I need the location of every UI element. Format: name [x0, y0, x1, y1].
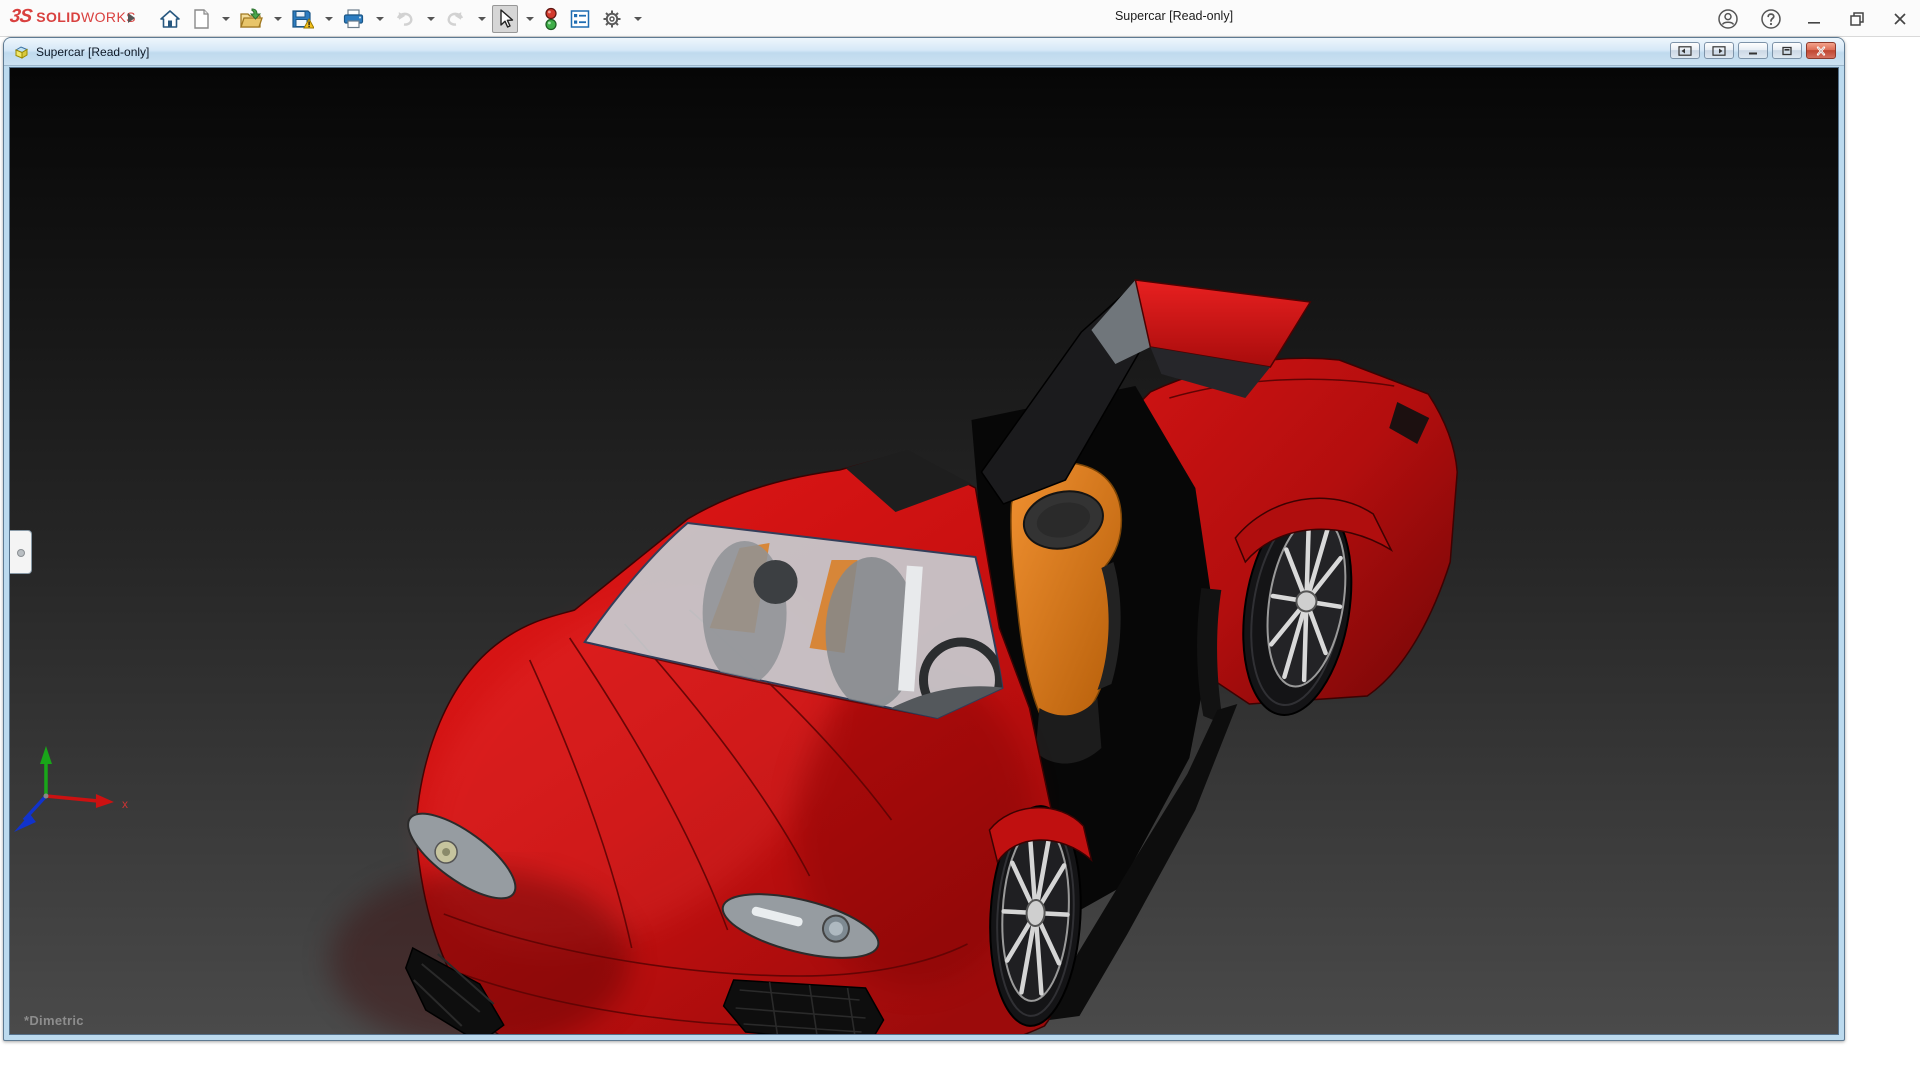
home-icon	[159, 8, 181, 30]
print-dropdown[interactable]	[376, 17, 384, 21]
featuremanager-splitter-tab[interactable]	[10, 530, 32, 574]
new-document-dropdown[interactable]	[222, 17, 230, 21]
graphics-viewport[interactable]: x *Dimetric	[9, 67, 1839, 1035]
select-tool-button[interactable]	[492, 5, 518, 33]
logo-solid: SOLID	[36, 9, 81, 25]
new-document-button[interactable]	[188, 5, 214, 33]
restore-button[interactable]	[1843, 5, 1871, 33]
solidworks-logo: 3S SOLIDWORKS	[10, 6, 136, 28]
options-dropdown[interactable]	[634, 17, 642, 21]
open-button[interactable]	[236, 5, 266, 33]
assembly-cube-icon	[12, 43, 30, 61]
save-icon	[291, 8, 314, 30]
help-button[interactable]	[1757, 5, 1785, 33]
document-title-bar[interactable]: Supercar [Read-only]	[4, 38, 1844, 66]
print-button[interactable]	[339, 5, 368, 33]
app-window-title: Supercar [Read-only]	[1040, 9, 1308, 23]
redo-icon	[444, 9, 467, 29]
document-restore-button[interactable]	[1772, 42, 1802, 59]
account-button[interactable]	[1714, 5, 1742, 33]
document-title: Supercar [Read-only]	[36, 45, 149, 59]
select-tool-dropdown[interactable]	[526, 17, 534, 21]
close-button[interactable]	[1886, 5, 1914, 33]
help-icon	[1760, 8, 1782, 30]
options-button[interactable]	[598, 5, 626, 33]
rebuild-stoplight-button[interactable]	[540, 4, 562, 34]
open-dropdown[interactable]	[274, 17, 282, 21]
view-orientation-label: *Dimetric	[24, 1013, 84, 1028]
document-close-button[interactable]	[1806, 42, 1836, 59]
open-folder-icon	[239, 8, 263, 30]
restore-icon	[1847, 9, 1867, 29]
document-minimize-icon	[1746, 46, 1760, 56]
save-dropdown[interactable]	[325, 17, 333, 21]
design-tree-button[interactable]	[566, 5, 594, 33]
3ds-logo-glyph: 3S	[8, 6, 32, 28]
document-window-buttons	[1670, 42, 1836, 59]
document-window: Supercar [Read-only]	[3, 37, 1845, 1041]
gear-icon	[601, 8, 623, 30]
menu-flyout-arrow-icon[interactable]	[128, 13, 135, 23]
3d-viewport-canvas[interactable]: x	[10, 68, 1838, 1034]
home-button[interactable]	[156, 5, 184, 33]
select-cursor-icon	[495, 8, 515, 30]
document-minimize-button[interactable]	[1738, 42, 1768, 59]
account-icon	[1717, 8, 1739, 30]
split-pane-right-button[interactable]	[1704, 42, 1734, 59]
undo-button[interactable]	[390, 6, 419, 32]
undo-icon	[393, 9, 416, 29]
quick-access-toolbar	[156, 2, 648, 35]
new-document-icon	[191, 8, 211, 30]
redo-dropdown[interactable]	[478, 17, 486, 21]
undo-dropdown[interactable]	[427, 17, 435, 21]
split-pane-right-icon	[1712, 46, 1726, 56]
print-icon	[342, 8, 365, 30]
minimize-button[interactable]	[1800, 5, 1828, 33]
app-title-bar: 3S SOLIDWORKS	[0, 0, 1920, 37]
stoplight-icon	[543, 7, 559, 31]
split-pane-left-button[interactable]	[1670, 42, 1700, 59]
minimize-icon	[1804, 9, 1824, 29]
redo-button[interactable]	[441, 6, 470, 32]
app-window-controls	[1714, 0, 1914, 37]
document-close-icon	[1814, 46, 1828, 56]
close-icon	[1890, 9, 1910, 29]
split-pane-left-icon	[1678, 46, 1692, 56]
document-restore-icon	[1780, 46, 1794, 56]
design-tree-icon	[569, 8, 591, 30]
triad-x-label: x	[122, 797, 128, 811]
save-button[interactable]	[288, 5, 317, 33]
